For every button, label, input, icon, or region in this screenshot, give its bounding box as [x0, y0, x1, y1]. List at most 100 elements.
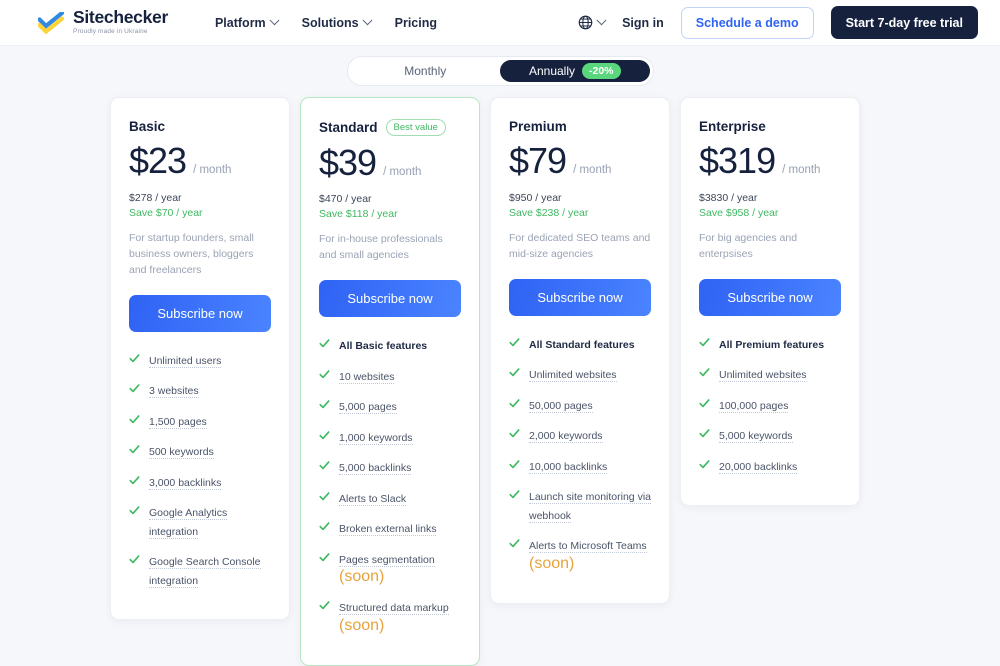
feature-label: 100,000 pages: [719, 399, 789, 413]
billing-toggle-row: Monthly Annually -20%: [0, 56, 1000, 86]
checkmark-flag-icon: [38, 11, 64, 34]
check-icon: [129, 555, 140, 564]
plan-yearly-price: $3830 / year: [699, 191, 758, 204]
billing-toggle[interactable]: Monthly Annually -20%: [346, 56, 654, 86]
plan-price: $39: [319, 141, 377, 183]
feature-label: 5,000 keywords: [719, 430, 793, 444]
feature-item: Unlimited websites: [699, 365, 841, 384]
feature-text-wrap: 5,000 backlinks: [339, 458, 412, 477]
check-icon: [509, 337, 520, 346]
plan-savings: Save $238 / year: [509, 206, 589, 219]
plan-description: For dedicated SEO teams and mid-size age…: [509, 231, 651, 260]
feature-text-wrap: Launch site monitoring via webhook: [529, 487, 651, 524]
feature-text-wrap: 2,000 keywords: [529, 426, 603, 445]
check-icon: [699, 368, 710, 377]
feature-item: 5,000 keywords: [699, 426, 841, 445]
logo-tagline: Proudly made in Ukraine: [73, 28, 148, 36]
feature-item: Unlimited users: [129, 351, 271, 370]
plan-yearly-price: $950 / year: [509, 191, 562, 204]
subscribe-button[interactable]: Subscribe now: [699, 278, 841, 316]
feature-item: Alerts to Microsoft Teams (soon): [509, 536, 651, 573]
chevron-down-icon: [596, 15, 607, 26]
feature-label: 1,000 keywords: [339, 431, 413, 445]
schedule-demo-button[interactable]: Schedule a demo: [680, 6, 814, 39]
toggle-option-annually[interactable]: Annually -20%: [500, 60, 650, 82]
pricing-cards: Basic $23 / month $278 / year Save $70 / yea…: [0, 86, 1000, 666]
nav-label-platform: Platform: [214, 15, 266, 30]
feature-label: 5,000 backlinks: [339, 462, 412, 476]
subscribe-button[interactable]: Subscribe now: [509, 278, 651, 316]
nav-item-pricing[interactable]: Pricing: [395, 16, 437, 30]
check-icon: [509, 368, 520, 377]
check-icon: [699, 398, 710, 407]
check-icon: [319, 431, 330, 440]
check-icon: [319, 400, 330, 409]
feature-label: 20,000 backlinks: [719, 460, 798, 474]
price-row: $79 / month: [509, 142, 651, 180]
feature-label: All Basic features: [339, 340, 428, 353]
feature-text-wrap: 10 websites: [339, 367, 395, 386]
feature-text-wrap: Alerts to Slack: [339, 489, 407, 508]
feature-item: 2,000 keywords: [509, 426, 651, 445]
feature-label: 2,000 keywords: [529, 430, 603, 444]
main-nav: Platform Solutions Pricing: [214, 15, 437, 30]
nav-item-platform[interactable]: Platform: [214, 15, 280, 30]
feature-item: 500 keywords: [129, 442, 271, 461]
language-selector[interactable]: [578, 15, 607, 30]
feature-label: Broken external links: [339, 523, 437, 537]
coming-soon-label: (soon): [529, 554, 575, 572]
feature-text-wrap: Structured data markup (soon): [339, 598, 449, 635]
nav-label-pricing: Pricing: [394, 15, 437, 30]
feature-text-wrap: 100,000 pages: [719, 396, 789, 415]
feature-item: 20,000 backlinks: [699, 457, 841, 476]
check-icon: [129, 445, 140, 454]
start-free-trial-button[interactable]: Start 7-day free trial: [830, 6, 978, 39]
price-row: $23 / month: [129, 142, 271, 180]
feature-label: Unlimited websites: [719, 369, 807, 383]
feature-item: All Standard features: [509, 335, 651, 354]
feature-label: Alerts to Slack: [339, 492, 407, 506]
plan-name: Standard: [319, 119, 378, 135]
sign-in-link[interactable]: Sign in: [622, 16, 664, 30]
nav-item-solutions[interactable]: Solutions: [302, 15, 373, 30]
subscribe-button[interactable]: Subscribe now: [129, 294, 271, 332]
toggle-option-monthly[interactable]: Monthly: [351, 60, 501, 82]
check-icon: [509, 460, 520, 469]
logo[interactable]: Sitechecker Proudly made in Ukraine: [38, 9, 168, 36]
feature-item: 10,000 backlinks: [509, 457, 651, 476]
feature-label: Google Analytics integration: [149, 507, 228, 539]
plan-price: $23: [129, 140, 187, 181]
check-icon: [509, 398, 520, 407]
discount-badge: -20%: [582, 62, 621, 80]
feature-label: 10 websites: [339, 370, 395, 384]
feature-text-wrap: Alerts to Microsoft Teams (soon): [529, 536, 647, 573]
feature-item: All Basic features: [319, 336, 461, 355]
feature-text-wrap: All Standard features: [529, 335, 635, 354]
subscribe-button[interactable]: Subscribe now: [319, 280, 461, 318]
feature-text-wrap: Unlimited websites: [529, 365, 617, 384]
feature-list: Unlimited users 3 websites 1,500 pages 500 …: [129, 351, 271, 590]
feature-item: 3,000 backlinks: [129, 473, 271, 492]
feature-item: 50,000 pages: [509, 396, 651, 415]
feature-text-wrap: All Basic features: [339, 336, 427, 355]
plan-price-period: / month: [383, 165, 422, 178]
plan-description: For startup founders, small business own…: [129, 231, 254, 276]
feature-item: 100,000 pages: [699, 396, 841, 415]
best-value-badge: Best value: [385, 119, 446, 136]
toggle-label-monthly: Monthly: [404, 64, 447, 78]
plan-description: For big agencies and enterpsises: [699, 231, 798, 260]
feature-item: 5,000 pages: [319, 397, 461, 416]
feature-text-wrap: 20,000 backlinks: [719, 457, 798, 476]
check-icon: [319, 339, 330, 348]
plan-name: Premium: [509, 119, 567, 134]
check-icon: [699, 429, 710, 438]
toggle-label-annually: Annually: [528, 64, 575, 78]
feature-label: Pages segmentation: [339, 553, 435, 567]
check-icon: [509, 429, 520, 438]
check-icon: [129, 353, 140, 362]
plan-header: Enterprise: [699, 119, 841, 134]
check-icon: [129, 506, 140, 515]
feature-item: Broken external links: [319, 519, 461, 538]
feature-text-wrap: 3,000 backlinks: [149, 473, 222, 492]
feature-item: 1,000 keywords: [319, 428, 461, 447]
